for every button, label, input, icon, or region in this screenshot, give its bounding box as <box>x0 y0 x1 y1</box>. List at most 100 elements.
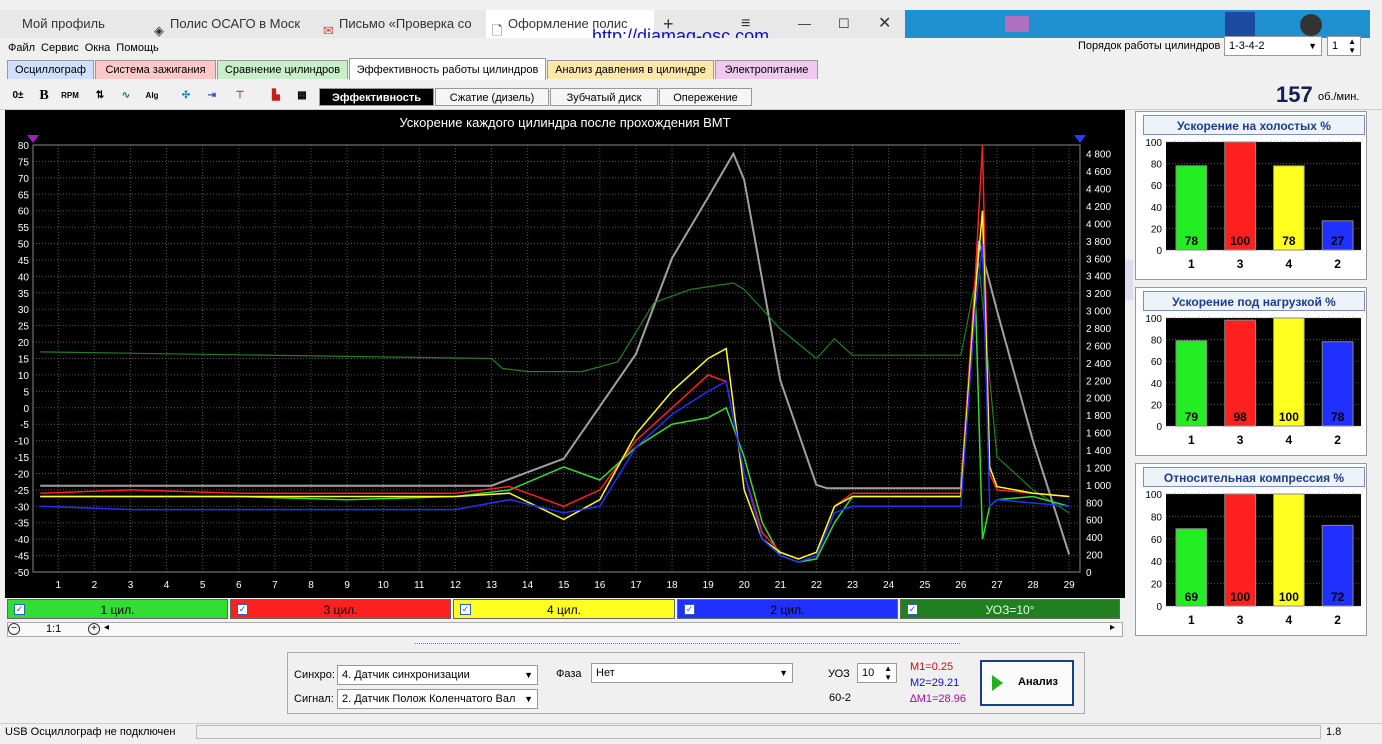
tab-pressure-analysis[interactable]: Анализ давления в цилиндре <box>547 60 714 79</box>
y-right-tick: 1 000 <box>1086 481 1111 492</box>
browser-tab[interactable]: ◈ Полис ОСАГО в Моск <box>148 10 316 38</box>
tab-oscilloscope[interactable]: Осциллограф <box>7 60 94 79</box>
panel-relative-compression: Относительная компрессия % 100 80 60 40 20 0 6… <box>1135 463 1367 636</box>
legend-cyl3[interactable]: ✓ 3 цил. <box>230 599 451 619</box>
panel-load-acceleration: Ускорение под нагрузкой % 100 80 60 40 20 0 79… <box>1135 287 1367 456</box>
browser-tab-label: Письмо «Проверка со <box>339 16 472 31</box>
sync-select[interactable]: 4. Датчик синхронизации ▼ <box>337 665 538 685</box>
tab-power-supply[interactable]: Электропитание <box>715 60 818 79</box>
markers-icon[interactable]: ⊤ <box>230 86 250 106</box>
x-tick: 29 <box>1064 580 1076 591</box>
legend-uoz[interactable]: ✓ УОЗ=10° <box>900 599 1120 619</box>
signal-select[interactable]: 2. Датчик Полож Коленчатого Вал ▼ <box>337 689 538 709</box>
bar-value-label: 78 <box>1282 234 1296 248</box>
browser-tab[interactable]: Мой профиль <box>0 10 147 38</box>
rpm-unit: об./мин. <box>1318 91 1360 103</box>
bars-icon[interactable]: ▙ <box>266 86 286 106</box>
curve-icon[interactable]: ∿ <box>116 86 136 106</box>
subtab-advance[interactable]: Опережение <box>659 88 752 106</box>
x-tick: 25 <box>919 580 931 591</box>
marker-m1: M1=0.25 <box>910 661 954 673</box>
y-left-tick: 75 <box>18 157 30 168</box>
grid-icon[interactable]: ▦ <box>292 86 312 106</box>
menu-file[interactable]: Файл <box>8 42 35 54</box>
menu-windows[interactable]: Окна <box>85 42 111 54</box>
acceleration-chart[interactable]: Ускорение каждого цилиндра после прохожд… <box>5 110 1125 598</box>
cyl-order-select[interactable]: 1-3-4-2 ▼ <box>1224 36 1322 56</box>
checkbox-icon[interactable]: ✓ <box>907 604 918 615</box>
analyze-button[interactable]: Анализ <box>980 660 1074 706</box>
phase-select[interactable]: Нет ▼ <box>591 663 793 683</box>
x-tick: 22 <box>811 580 823 591</box>
checkbox-icon[interactable]: ✓ <box>14 604 25 615</box>
legend-cyl1[interactable]: ✓ 1 цил. <box>7 599 228 619</box>
bar-y-tick: 100 <box>1145 138 1162 149</box>
stepper-icon: ▲ ▼ <box>1348 37 1356 55</box>
zero-adjust-icon[interactable]: 0± <box>8 86 28 106</box>
bar-category-label: 2 <box>1334 433 1341 447</box>
bar-category-label: 1 <box>1188 613 1195 627</box>
bar-category-label: 2 <box>1334 613 1341 627</box>
minimize-icon[interactable]: — <box>790 10 820 38</box>
app-icon[interactable] <box>1225 12 1255 36</box>
panel-splitter[interactable] <box>415 643 960 649</box>
browser-tab-label: Мой профиль <box>22 16 105 31</box>
uoz-stepper[interactable]: 10 ▲ ▼ <box>857 663 897 683</box>
menu-service[interactable]: Сервис <box>41 42 79 54</box>
menu-help[interactable]: Помощь <box>116 42 159 54</box>
x-tick: 5 <box>200 580 206 591</box>
horizontal-scrollbar[interactable] <box>7 622 1123 637</box>
subtab-compression[interactable]: Сжатие (дизель) <box>435 88 549 106</box>
splitter-handle[interactable] <box>1125 260 1133 300</box>
browser-tab[interactable]: ✉ Письмо «Проверка со <box>317 10 485 38</box>
gauge-icon[interactable] <box>1300 14 1322 36</box>
y-left-tick: -35 <box>15 519 30 530</box>
numbers-icon[interactable]: ⇥ <box>202 86 222 106</box>
alg-icon[interactable]: Alg <box>142 86 162 106</box>
subtab-efficiency[interactable]: Эффективность <box>319 88 434 106</box>
cyl-count-stepper[interactable]: 1 ▲ ▼ <box>1327 36 1361 56</box>
close-icon[interactable]: ✕ <box>870 10 900 38</box>
bar-chart-idle: 100 80 60 40 20 0 78 1 100 3 78 4 27 2 <box>1145 138 1361 271</box>
y-right-tick: 4 400 <box>1086 185 1111 196</box>
y-left-tick: 30 <box>18 305 30 316</box>
chevron-down-icon: ▼ <box>524 690 533 708</box>
rpm-icon[interactable]: RPM <box>60 86 80 106</box>
y-left-tick: 20 <box>18 338 30 349</box>
panel-title: Относительная компрессия % <box>1143 467 1365 487</box>
y-left-tick: 65 <box>18 190 30 201</box>
legend-cyl2[interactable]: ✓ 2 цил. <box>677 599 898 619</box>
checkbox-icon[interactable]: ✓ <box>237 604 248 615</box>
x-tick: 11 <box>414 580 425 591</box>
tab-cylinder-efficiency[interactable]: Эффективность работы цилиндров <box>349 58 546 80</box>
filter-icon[interactable]: ✣ <box>176 86 196 106</box>
zoom-in-icon[interactable]: + <box>88 623 100 635</box>
bar-category-label: 3 <box>1237 257 1244 271</box>
zoom-out-icon[interactable]: − <box>8 623 20 635</box>
x-tick: 9 <box>344 580 350 591</box>
bold-b-icon[interactable]: B <box>34 86 54 106</box>
stepper-icon: ▲ ▼ <box>884 664 892 682</box>
document-icon: 🗋 <box>492 23 503 38</box>
legend-label: УОЗ=10° <box>985 603 1035 617</box>
checkbox-icon[interactable]: ✓ <box>684 604 695 615</box>
checkbox-icon[interactable]: ✓ <box>460 604 471 615</box>
tab-ignition[interactable]: Система зажигания <box>95 60 216 79</box>
legend-cyl4[interactable]: ✓ 4 цил. <box>453 599 675 619</box>
y-right-tick: 2 800 <box>1086 324 1111 335</box>
y-right-tick: 0 <box>1086 568 1092 579</box>
scroll-left-icon[interactable]: ◂ <box>104 622 109 633</box>
maximize-icon[interactable]: ☐ <box>830 10 860 38</box>
scroll-right-icon[interactable]: ▸ <box>1110 622 1115 633</box>
x-tick: 6 <box>236 580 242 591</box>
status-text: USB Осциллограф не подключен <box>5 726 176 738</box>
status-bar: USB Осциллограф не подключен 1.8 <box>0 723 1382 742</box>
archive-icon[interactable] <box>1005 16 1029 32</box>
y-left-tick: 80 <box>18 141 30 152</box>
subtab-tooth-disk[interactable]: Зубчатый диск <box>550 88 658 106</box>
bar-y-tick: 40 <box>1151 557 1163 568</box>
tab-compare-cylinders[interactable]: Сравнение цилиндров <box>217 60 348 79</box>
y-right-tick: 3 400 <box>1086 272 1111 283</box>
scale-icon[interactable]: ⇅ <box>90 86 110 106</box>
uoz-value: 10 <box>862 667 875 679</box>
